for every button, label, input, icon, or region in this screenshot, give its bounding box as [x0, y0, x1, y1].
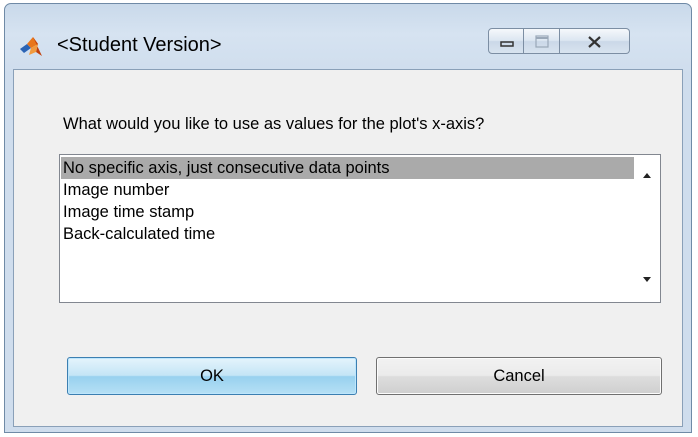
- listbox-scrollbar[interactable]: [634, 155, 660, 302]
- window-title: <Student Version>: [57, 34, 222, 56]
- ok-button[interactable]: OK: [67, 357, 357, 395]
- prompt-text: What would you like to use as values for…: [63, 115, 485, 133]
- list-item[interactable]: Image time stamp: [61, 201, 635, 223]
- minimize-button[interactable]: [488, 28, 524, 54]
- close-button[interactable]: [560, 28, 630, 54]
- matlab-logo-icon: [19, 35, 43, 59]
- cancel-button[interactable]: Cancel: [376, 357, 662, 395]
- maximize-button[interactable]: [524, 28, 560, 54]
- dialog-client-area: What would you like to use as values for…: [13, 69, 683, 427]
- axis-options-listbox[interactable]: No specific axis, just consecutive data …: [59, 154, 661, 303]
- scroll-up-icon[interactable]: [634, 165, 660, 185]
- list-item[interactable]: No specific axis, just consecutive data …: [61, 157, 635, 179]
- dialog-window: <Student Version> What would you like to…: [4, 3, 692, 433]
- scroll-down-icon[interactable]: [634, 269, 660, 289]
- title-bar[interactable]: <Student Version>: [5, 4, 691, 74]
- caption-buttons: [488, 28, 630, 55]
- list-item[interactable]: Back-calculated time: [61, 223, 635, 245]
- list-item[interactable]: Image number: [61, 179, 635, 201]
